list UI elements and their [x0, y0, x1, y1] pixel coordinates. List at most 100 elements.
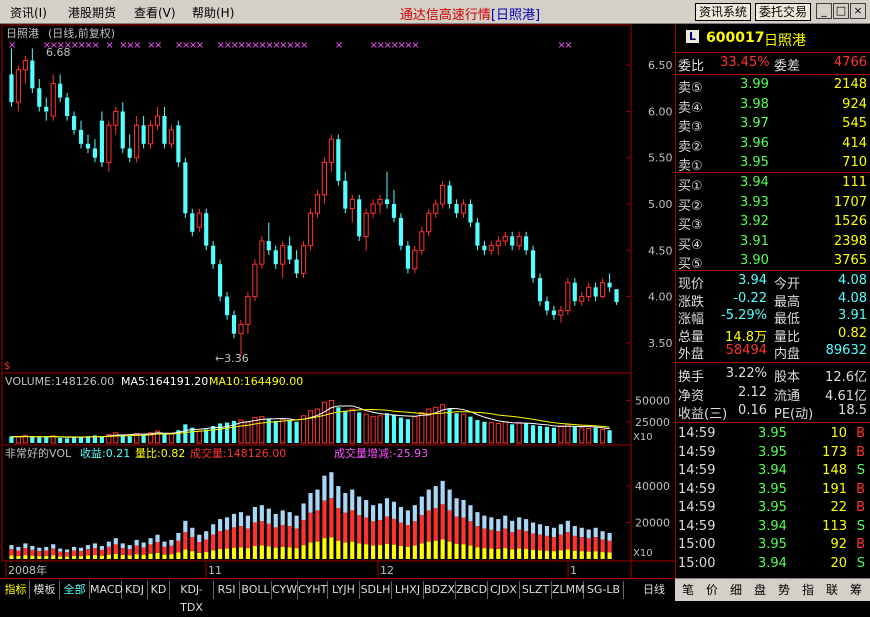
tab-模板[interactable]: 模板: [30, 581, 60, 599]
vol2-bar-light: [503, 515, 508, 529]
candle-body: [231, 315, 237, 334]
vol2-bar-light: [426, 489, 431, 511]
weibi-label: 委比: [678, 59, 705, 74]
ask-row[interactable]: 卖① 3.95 710: [676, 154, 870, 174]
ask-row[interactable]: 卖② 3.96 414: [676, 135, 870, 155]
fundamental-row: 净资 2.12 流通 4.61亿: [676, 384, 870, 404]
tab-全部[interactable]: 全部: [60, 581, 90, 599]
bid-row[interactable]: 买⑤ 3.90 3765: [676, 252, 870, 272]
detail-tab[interactable]: 指: [796, 581, 820, 599]
vol2-bar-red: [496, 531, 501, 550]
tick-price: 3.94: [758, 555, 787, 571]
vol2-bar-yellow: [16, 555, 21, 559]
bid-row[interactable]: 买④ 3.91 2398: [676, 233, 870, 253]
tab-cyht[interactable]: CYHT: [298, 581, 328, 599]
candle-body: [447, 185, 452, 204]
vol2-bar-light: [364, 499, 369, 518]
info-system-button[interactable]: 资讯系统: [695, 3, 751, 21]
tab-kdj[interactable]: KDJ: [122, 581, 148, 599]
close-button[interactable]: ×: [850, 3, 866, 19]
chart-area[interactable]: 日照港 (日线,前复权) 6.68 ←3.36 $ × ×××××××× × ××× ×…: [0, 24, 675, 578]
bid-row[interactable]: 买③ 3.92 1526: [676, 213, 870, 233]
vol2-bar-red: [572, 535, 577, 551]
vol2-bar-red: [294, 528, 299, 549]
vol2-bar-yellow: [155, 552, 160, 559]
vol2-bar-yellow: [503, 548, 508, 559]
detail-tab[interactable]: 笔: [676, 581, 700, 599]
quote-row: 涨幅 -5.29% 最低 3.91: [676, 307, 870, 327]
menu-hk-futures[interactable]: 港股期货: [68, 4, 116, 21]
divider: [676, 172, 870, 173]
tab-kd[interactable]: KD: [148, 581, 170, 599]
vol2-bar-yellow: [586, 551, 591, 559]
vol2-bar-yellow: [92, 555, 98, 559]
vol2-bar-light: [78, 547, 84, 552]
tab-cjdx[interactable]: CJDX: [488, 581, 520, 599]
fund-value: 18.5: [838, 403, 867, 418]
detail-tab[interactable]: 联: [820, 581, 844, 599]
menu-help[interactable]: 帮助(H): [192, 4, 234, 21]
candle-body: [273, 250, 278, 265]
vol2-bar-yellow: [391, 544, 397, 559]
tick-volume: 10: [830, 426, 847, 441]
vol2-scale-label: X10: [633, 548, 653, 559]
volume-bar: [15, 436, 22, 444]
tab-zbcd[interactable]: ZBCD: [456, 581, 488, 599]
candle-body: [120, 111, 125, 149]
vol2-bar-light: [204, 531, 209, 540]
candle-body: [113, 110, 119, 126]
tab-boll[interactable]: BOLL: [240, 581, 272, 599]
candle-body: [99, 120, 104, 163]
ask-row[interactable]: 卖③ 3.97 545: [676, 115, 870, 135]
minimize-button[interactable]: _: [816, 3, 832, 19]
vol2-tick-label: 20000: [635, 516, 670, 529]
tab-zlmm[interactable]: ZLMM: [552, 581, 585, 599]
tab-slzt[interactable]: SLZT: [520, 581, 552, 599]
tab-sg-lb[interactable]: SG-LB: [584, 581, 624, 599]
period-label[interactable]: 日线: [636, 581, 672, 599]
vol2-bar-red: [238, 526, 244, 548]
volume-bar: [544, 426, 550, 443]
tab-sdlh[interactable]: SDLH: [360, 581, 392, 599]
menu-view[interactable]: 查看(V): [134, 4, 176, 21]
tab-kdj-tdx[interactable]: KDJ-TDX: [170, 581, 214, 614]
ask-label: 卖⑤: [678, 81, 703, 96]
tab-macd[interactable]: MACD: [90, 581, 123, 599]
tick-price: 3.95: [758, 426, 787, 441]
candle-body: [211, 245, 216, 265]
tab-cyw[interactable]: CYW: [272, 581, 298, 599]
candle-body: [321, 161, 328, 196]
tab-rsi[interactable]: RSI: [214, 581, 240, 599]
tab-bdzx[interactable]: BDZX: [424, 581, 456, 599]
tab-lhxj[interactable]: LHXJ: [392, 581, 424, 599]
trade-button[interactable]: 委托交易: [755, 3, 811, 21]
ask-row[interactable]: 卖④ 3.98 924: [676, 96, 870, 116]
ma5-label: MA5:164191.20: [121, 375, 208, 388]
vol2-tick-label: 40000: [635, 480, 670, 493]
tab-lyjh[interactable]: LYJH: [328, 581, 360, 599]
tick-row: 14:59 3.94 148 S: [676, 462, 870, 481]
vol2-bar-red: [440, 504, 445, 540]
detail-tab[interactable]: 筹: [844, 581, 868, 599]
vol2-bar-yellow: [572, 550, 577, 559]
detail-tab[interactable]: 细: [724, 581, 748, 599]
tab-指标[interactable]: 指标: [2, 581, 30, 599]
maximize-button[interactable]: □: [833, 3, 849, 19]
ask-row[interactable]: 卖⑤ 3.99 2148: [676, 76, 870, 96]
detail-tab[interactable]: 价: [700, 581, 724, 599]
tick-side: S: [856, 463, 865, 478]
detail-tab[interactable]: 盘: [748, 581, 772, 599]
vol2-bar-red: [364, 517, 369, 545]
vol2-bar-light: [440, 480, 445, 505]
bid-row[interactable]: 买① 3.94 111: [676, 174, 870, 194]
vol2-bar-red: [412, 521, 417, 546]
vol2-bar-light: [148, 538, 153, 545]
tick-time: 14:59: [678, 500, 716, 515]
fund-label: 股本: [774, 370, 801, 385]
candle-body: [433, 203, 439, 214]
vol2-bar-red: [405, 524, 410, 547]
bid-row[interactable]: 买② 3.93 1707: [676, 194, 870, 214]
vol2-bar-light: [510, 520, 515, 533]
menu-info[interactable]: 资讯(I): [10, 4, 47, 21]
detail-tab[interactable]: 势: [772, 581, 796, 599]
